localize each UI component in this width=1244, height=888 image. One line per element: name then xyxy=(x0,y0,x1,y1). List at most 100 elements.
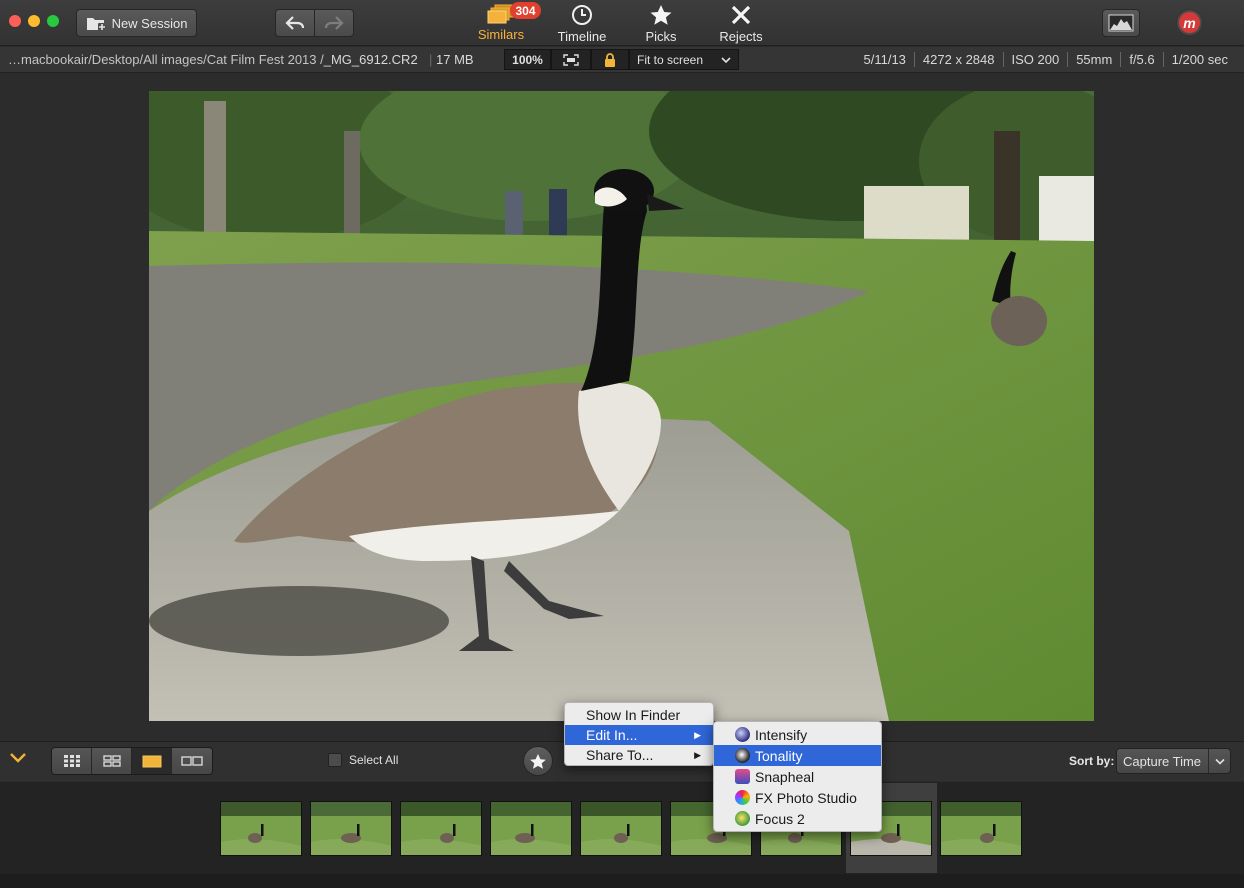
similars-count-badge: 304 xyxy=(510,2,541,19)
menu-item-label: Share To... xyxy=(586,747,654,763)
maximize-window-button[interactable] xyxy=(47,15,59,27)
submenu-item-snapheal[interactable]: Snapheal xyxy=(714,766,881,787)
submenu-item-label: Focus 2 xyxy=(755,810,805,827)
tab-similars-label: Similars xyxy=(477,27,525,42)
tab-timeline[interactable]: Timeline xyxy=(552,4,612,44)
exif-metadata: 5/11/13 4272 x 2848 ISO 200 55mm f/5.6 1… xyxy=(856,52,1237,67)
close-window-button[interactable] xyxy=(9,15,21,27)
chevron-down-icon xyxy=(721,56,731,63)
select-all-checkbox[interactable]: Select All xyxy=(328,753,398,767)
fit-mode-select[interactable]: Fit to screen xyxy=(629,49,739,70)
file-name: _MG_6912.CR2 xyxy=(323,52,418,67)
large-grid-icon xyxy=(102,755,121,767)
image-dimensions: 4272 x 2848 xyxy=(913,52,1003,67)
goose-photo-image xyxy=(149,91,1094,721)
tab-rejects[interactable]: Rejects xyxy=(712,4,770,44)
submenu-item-focus-2[interactable]: Focus 2 xyxy=(714,808,881,829)
menu-item-label: Show In Finder xyxy=(586,707,681,723)
file-size-value: 17 MB xyxy=(436,52,474,67)
submenu-item-intensify[interactable]: Intensify xyxy=(714,724,881,745)
single-view-button[interactable] xyxy=(132,748,172,774)
divider: | xyxy=(429,52,436,67)
large-grid-view-button[interactable] xyxy=(92,748,132,774)
window-footer xyxy=(0,874,1244,888)
grid-icon xyxy=(63,755,80,767)
submenu-item-fx-photo-studio[interactable]: FX Photo Studio xyxy=(714,787,881,808)
redo-button[interactable] xyxy=(314,9,354,37)
zoom-lock-button[interactable] xyxy=(591,49,629,70)
sort-by-label: Sort by: xyxy=(1069,754,1115,768)
snapheal-icon xyxy=(735,769,750,784)
x-mark-icon xyxy=(731,5,751,25)
new-session-label: New Session xyxy=(111,15,188,31)
undo-arrow-icon xyxy=(285,16,305,30)
filmstrip-thumbnail[interactable] xyxy=(490,801,572,856)
single-photo-icon xyxy=(142,755,161,767)
menu-item-edit-in[interactable]: Edit In... ▶ xyxy=(565,725,713,745)
sort-value: Capture Time xyxy=(1123,753,1202,769)
filmstrip xyxy=(0,782,1244,874)
checkbox-box xyxy=(328,753,342,767)
context-menu: Show In Finder Edit In... ▶ Share To... … xyxy=(564,702,714,766)
histogram-button[interactable] xyxy=(1102,9,1140,37)
file-info-bar: …macbookair/Desktop/All images/Cat Film … xyxy=(0,47,1244,73)
fit-frame-icon xyxy=(563,53,579,66)
submenu-item-label: Tonality xyxy=(755,747,803,764)
file-size: | 17 MB xyxy=(429,52,474,67)
tab-timeline-label: Timeline xyxy=(557,29,607,44)
fit-frame-button[interactable] xyxy=(551,49,591,70)
fit-mode-value: Fit to screen xyxy=(637,52,704,67)
star-icon xyxy=(650,5,672,25)
capture-date: 5/11/13 xyxy=(863,52,906,67)
tab-rejects-label: Rejects xyxy=(719,29,763,44)
chevron-down-icon xyxy=(10,753,26,763)
minimize-window-button[interactable] xyxy=(28,15,40,27)
filmstrip-thumbnail[interactable] xyxy=(580,801,662,856)
tonality-icon xyxy=(735,748,750,763)
submenu-item-label: Intensify xyxy=(755,726,808,743)
filmstrip-thumbnail[interactable] xyxy=(400,801,482,856)
pick-star-button[interactable] xyxy=(523,746,553,776)
folder-path: …macbookair/Desktop/All images/Cat Film … xyxy=(8,52,324,67)
main-toolbar: New Session Similars 304 Timeline Picks … xyxy=(0,0,1244,46)
collapse-filmstrip-button[interactable] xyxy=(9,751,27,769)
fx-photo-studio-icon xyxy=(735,790,750,805)
filmstrip-thumbnail[interactable] xyxy=(310,801,392,856)
submenu-item-tonality[interactable]: Tonality xyxy=(714,745,881,766)
star-icon xyxy=(530,753,546,769)
layout-switcher xyxy=(51,747,213,775)
shutter-speed: 1/200 sec xyxy=(1162,52,1236,67)
compare-view-button[interactable] xyxy=(172,748,212,774)
lock-icon xyxy=(605,52,615,67)
app-window: New Session Similars 304 Timeline Picks … xyxy=(0,0,1244,888)
aperture-value: f/5.6 xyxy=(1120,52,1162,67)
submenu-item-label: Snapheal xyxy=(755,768,815,785)
redo-arrow-icon xyxy=(324,16,344,30)
submenu-arrow-icon: ▶ xyxy=(694,729,701,740)
filmstrip-thumbnail[interactable] xyxy=(940,801,1022,856)
new-session-button[interactable]: New Session xyxy=(76,9,197,37)
account-button[interactable]: m xyxy=(1176,9,1203,36)
submenu-arrow-icon: ▶ xyxy=(694,749,701,760)
focal-length: 55mm xyxy=(1067,52,1120,67)
focus-2-icon xyxy=(735,811,750,826)
iso-value: ISO 200 xyxy=(1002,52,1068,67)
undo-button[interactable] xyxy=(275,9,315,37)
sort-select[interactable]: Capture Time xyxy=(1116,748,1231,774)
grid-view-button[interactable] xyxy=(52,748,92,774)
chevron-down-icon xyxy=(1208,749,1230,773)
menu-item-share-to[interactable]: Share To... ▶ xyxy=(565,745,713,765)
tab-picks[interactable]: Picks xyxy=(636,4,686,44)
intensify-icon xyxy=(735,727,750,742)
zoom-100-button[interactable]: 100% xyxy=(504,49,551,70)
menu-item-show-in-finder[interactable]: Show In Finder xyxy=(565,705,713,725)
clock-icon xyxy=(572,5,592,25)
compare-icon xyxy=(181,756,203,766)
file-path: …macbookair/Desktop/All images/Cat Film … xyxy=(8,52,418,67)
histogram-icon xyxy=(1108,14,1134,32)
submenu-item-label: FX Photo Studio xyxy=(755,789,857,806)
select-all-label: Select All xyxy=(349,753,399,767)
filmstrip-thumbnail[interactable] xyxy=(220,801,302,856)
zoom-controls: 100% Fit to screen xyxy=(504,49,739,70)
main-photo[interactable] xyxy=(149,91,1094,721)
